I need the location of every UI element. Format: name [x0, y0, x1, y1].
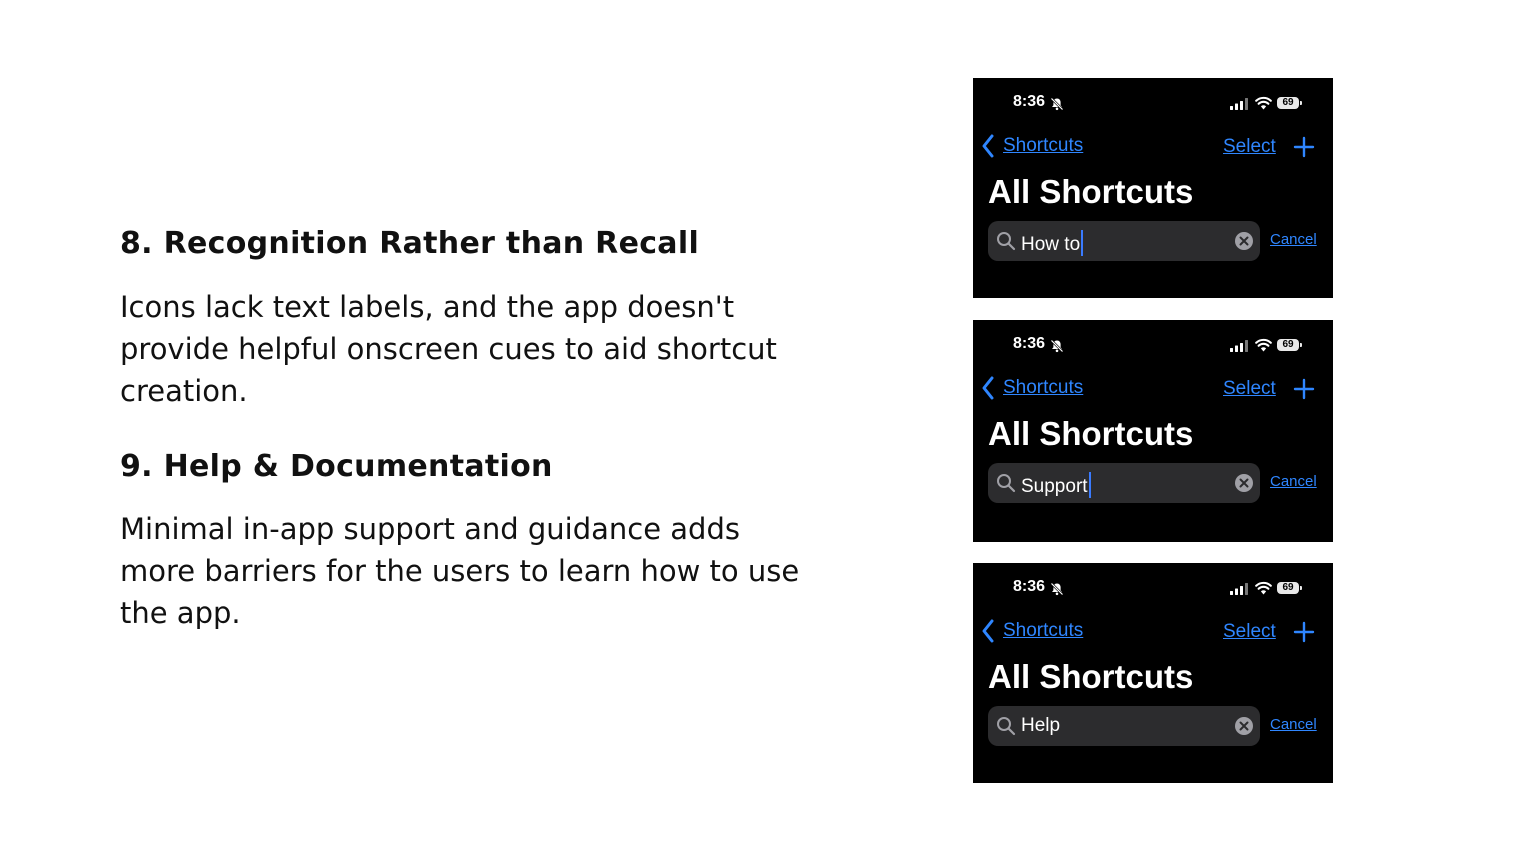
bell-slash-icon	[1050, 582, 1064, 596]
signal-icon	[1230, 98, 1248, 110]
battery-icon: 69	[1277, 97, 1302, 109]
cancel-button[interactable]: Cancel	[1270, 473, 1317, 490]
signal-icon	[1230, 340, 1248, 352]
status-time: 8:36	[1013, 93, 1046, 110]
search-input-value: Help	[1021, 715, 1061, 736]
chevron-left-icon[interactable]	[981, 376, 995, 400]
back-button-shortcuts[interactable]: Shortcuts	[1003, 377, 1083, 399]
signal-icon	[1230, 583, 1248, 595]
screenshot-how-to: 8:36 69 Shortcuts Select All Shortcuts H…	[973, 78, 1333, 298]
plus-icon[interactable]	[1293, 378, 1315, 400]
page-title: All Shortcuts	[988, 658, 1194, 695]
cancel-button[interactable]: Cancel	[1270, 716, 1317, 733]
wifi-icon	[1255, 96, 1272, 110]
back-button-shortcuts[interactable]: Shortcuts	[1003, 620, 1083, 642]
bell-slash-icon	[1050, 97, 1064, 111]
heading-recognition: 8. Recognition Rather than Recall	[120, 226, 700, 261]
clear-icon[interactable]	[1234, 231, 1254, 251]
search-input[interactable]: How to	[1021, 230, 1084, 256]
search-input[interactable]: Help	[1021, 715, 1060, 737]
screenshot-help: 8:36 69 Shortcuts Select All Shortcuts H…	[973, 563, 1333, 783]
bell-slash-icon	[1050, 339, 1064, 353]
search-input[interactable]: Support	[1021, 472, 1091, 498]
select-button[interactable]: Select	[1223, 136, 1276, 158]
page-title: All Shortcuts	[988, 415, 1194, 452]
heading-help-documentation: 9. Help & Documentation	[120, 449, 553, 484]
paragraph-recognition: Icons lack text labels, and the app does…	[120, 290, 777, 408]
wifi-icon	[1255, 338, 1272, 352]
search-bar[interactable]: Help	[988, 706, 1260, 746]
status-time: 8:36	[1013, 335, 1046, 352]
chevron-left-icon[interactable]	[981, 134, 995, 158]
search-bar[interactable]: Support	[988, 463, 1260, 503]
select-button[interactable]: Select	[1223, 378, 1276, 400]
battery-icon: 69	[1277, 582, 1302, 594]
text-caret	[1088, 472, 1091, 498]
paragraph-help-documentation: Minimal in-app support and guidance adds…	[120, 512, 800, 630]
search-input-value: How to	[1021, 234, 1081, 255]
plus-icon[interactable]	[1293, 621, 1315, 643]
screenshot-support: 8:36 69 Shortcuts Select All Shortcuts S…	[973, 320, 1333, 542]
page-title: All Shortcuts	[988, 173, 1194, 210]
search-icon	[997, 717, 1016, 736]
search-input-value: Support	[1021, 476, 1088, 497]
clear-icon[interactable]	[1234, 473, 1254, 493]
chevron-left-icon[interactable]	[981, 619, 995, 643]
search-icon	[997, 232, 1016, 251]
select-button[interactable]: Select	[1223, 621, 1276, 643]
text-caret	[1081, 230, 1084, 256]
wifi-icon	[1255, 581, 1272, 595]
back-button-shortcuts[interactable]: Shortcuts	[1003, 135, 1083, 157]
plus-icon[interactable]	[1293, 136, 1315, 158]
search-bar[interactable]: How to	[988, 221, 1260, 261]
search-icon	[997, 474, 1016, 493]
status-time: 8:36	[1013, 578, 1046, 595]
battery-icon: 69	[1277, 339, 1302, 351]
cancel-button[interactable]: Cancel	[1270, 231, 1317, 248]
clear-icon[interactable]	[1234, 716, 1254, 736]
